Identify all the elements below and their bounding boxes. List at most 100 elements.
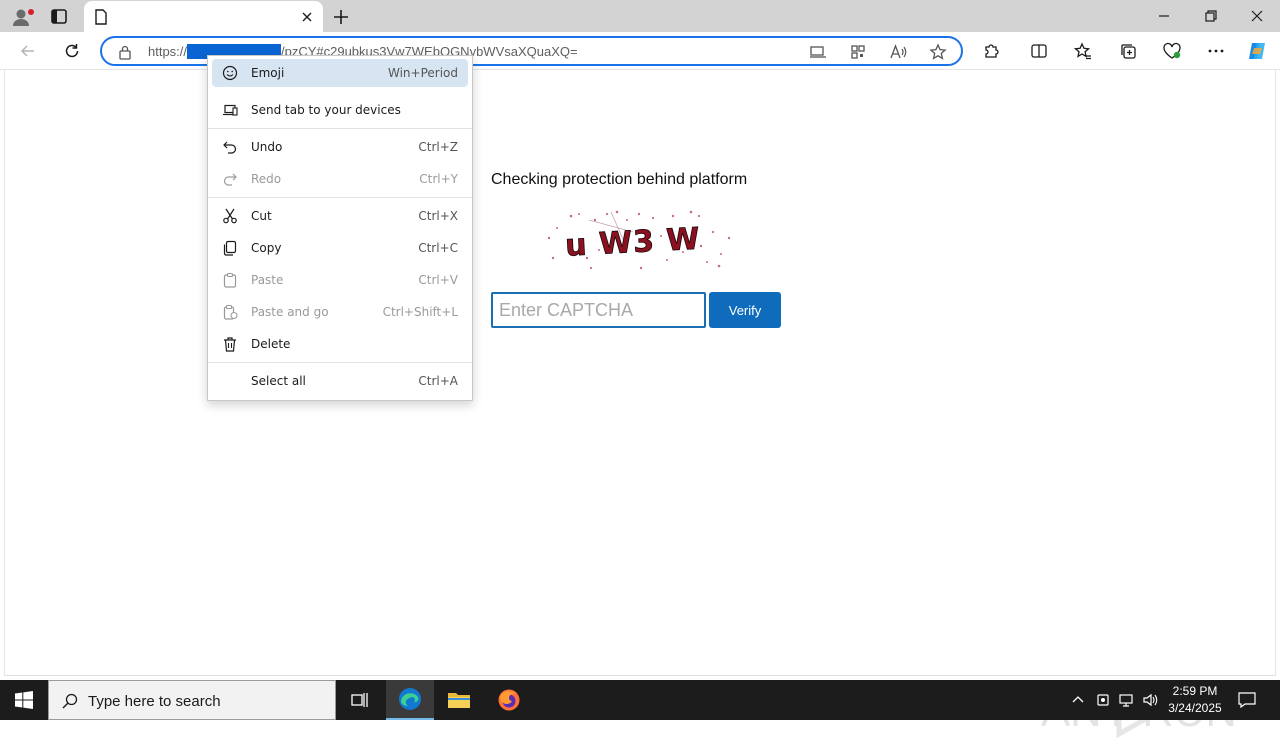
copy-icon: [223, 240, 237, 256]
favorites-icon: [1074, 42, 1091, 60]
page-heading: Checking protection behind platform: [491, 171, 748, 188]
menu-label: Emoji: [251, 66, 285, 80]
close-tab-icon[interactable]: [299, 9, 315, 25]
favorite-star-icon[interactable]: [929, 43, 947, 61]
read-aloud-icon[interactable]: [889, 43, 907, 61]
emoji-icon: [222, 65, 238, 81]
menu-item-redo[interactable]: Redo Ctrl+Y: [212, 165, 468, 193]
url-scheme: https://: [148, 44, 188, 59]
copilot-icon: [1249, 43, 1265, 59]
menu-shortcut: Win+Period: [387, 66, 458, 80]
menu-label: Paste: [251, 273, 284, 287]
notification-dot: [28, 9, 34, 15]
close-window-icon[interactable]: [1245, 4, 1269, 28]
web-page: Checking protection behind platform u W3…: [4, 70, 1276, 739]
browser-toolbar: https://designisafe.com/pzCY#c29ubkus3Vw…: [0, 32, 1280, 70]
tab-strip: [0, 0, 1280, 32]
firefox-icon: [498, 689, 520, 711]
menu-shortcut: Ctrl+X: [418, 209, 458, 223]
notifications-icon[interactable]: [1238, 692, 1256, 708]
menu-shortcut: Ctrl+A: [418, 374, 458, 388]
menu-item-paste[interactable]: Paste Ctrl+V: [212, 266, 468, 294]
menu-separator: [208, 362, 472, 363]
menu-item-select-all[interactable]: Select all Ctrl+A: [212, 367, 468, 395]
menu-item-cut[interactable]: Cut Ctrl+X: [212, 202, 468, 230]
more-dots-icon: [1208, 49, 1224, 53]
search-icon: [62, 693, 78, 709]
menu-label: Delete: [251, 337, 291, 351]
task-view-icon: [351, 693, 368, 707]
minimize-icon[interactable]: [1152, 4, 1176, 28]
tab-actions-icon: [51, 9, 67, 24]
qr-code-icon[interactable]: [849, 43, 867, 61]
menu-shortcut: Ctrl+V: [418, 273, 458, 287]
menu-item-undo[interactable]: Undo Ctrl+Z: [212, 133, 468, 161]
settings-more-button[interactable]: [1204, 39, 1228, 63]
search-placeholder: Type here to search: [88, 693, 221, 710]
refresh-button[interactable]: [60, 39, 84, 63]
menu-label: Copy: [251, 241, 282, 255]
paste-go-icon: [223, 304, 238, 320]
verify-button[interactable]: Verify: [709, 292, 781, 328]
menu-shortcut: Ctrl+Z: [418, 140, 458, 154]
send-tab-icon: [223, 104, 238, 116]
new-tab-icon[interactable]: [330, 6, 352, 28]
favorites-button[interactable]: [1071, 39, 1095, 63]
menu-item-emoji[interactable]: Emoji Win+Period: [212, 59, 468, 87]
restore-icon[interactable]: [1198, 4, 1222, 28]
menu-label: Redo: [251, 172, 282, 186]
system-clock[interactable]: 2:59 PM 3/24/2025: [1163, 683, 1227, 717]
menu-label: Select all: [251, 374, 306, 388]
extensions-button[interactable]: [979, 39, 1003, 63]
tab-actions-button[interactable]: [46, 6, 72, 28]
split-screen-button[interactable]: [1027, 39, 1051, 63]
menu-shortcut: Ctrl+Shift+L: [382, 305, 458, 319]
windows-taskbar: Type here to search 2:59 PM 3/24/2025: [0, 680, 1280, 720]
menu-separator: [208, 128, 472, 129]
menu-label: Send tab to your devices: [251, 103, 401, 117]
taskbar-firefox[interactable]: [485, 680, 533, 720]
profile-button[interactable]: [10, 6, 34, 28]
back-button[interactable]: [16, 39, 40, 63]
chevron-up-icon[interactable]: [1070, 692, 1086, 708]
back-arrow-icon: [20, 45, 34, 57]
cut-icon: [223, 208, 237, 224]
folder-icon: [448, 693, 470, 708]
volume-icon[interactable]: [1142, 692, 1158, 708]
browser-tab[interactable]: [84, 1, 323, 32]
collections-button[interactable]: [1116, 39, 1140, 63]
taskbar-search[interactable]: Type here to search: [48, 680, 336, 720]
menu-label: Cut: [251, 209, 272, 223]
start-button[interactable]: [0, 680, 48, 720]
taskbar-edge[interactable]: [386, 680, 434, 720]
edge-icon: [399, 688, 421, 710]
security-tray-icon[interactable]: [1095, 692, 1111, 708]
page-icon: [95, 9, 107, 25]
puzzle-icon: [985, 44, 999, 58]
menu-item-send-tab[interactable]: Send tab to your devices: [212, 96, 468, 124]
redo-icon: [223, 173, 237, 186]
windows-logo-icon: [15, 691, 33, 709]
delete-icon: [224, 337, 236, 352]
menu-item-copy[interactable]: Copy Ctrl+C: [212, 234, 468, 262]
menu-shortcut: Ctrl+Y: [419, 172, 458, 186]
lock-icon[interactable]: [118, 44, 132, 60]
task-view-button[interactable]: [336, 680, 384, 720]
menu-item-paste-and-go[interactable]: Paste and go Ctrl+Shift+L: [212, 298, 468, 326]
menu-separator: [208, 197, 472, 198]
app-available-icon[interactable]: [809, 43, 827, 61]
menu-label: Paste and go: [251, 305, 329, 319]
browser-essentials-button[interactable]: [1160, 39, 1184, 63]
taskbar-file-explorer[interactable]: [435, 680, 483, 720]
menu-item-delete[interactable]: Delete: [212, 330, 468, 358]
menu-label: Undo: [251, 140, 283, 154]
copilot-button[interactable]: [1245, 39, 1269, 63]
network-icon[interactable]: [1118, 692, 1134, 708]
clock-time: 2:59 PM: [1172, 684, 1218, 698]
captcha-input[interactable]: [491, 292, 706, 328]
heart-pulse-icon: [1163, 42, 1181, 59]
captcha-glyphs: u W3 W: [564, 222, 701, 264]
collections-icon: [1121, 44, 1136, 59]
paste-icon: [223, 272, 237, 288]
menu-shortcut: Ctrl+C: [418, 241, 458, 255]
